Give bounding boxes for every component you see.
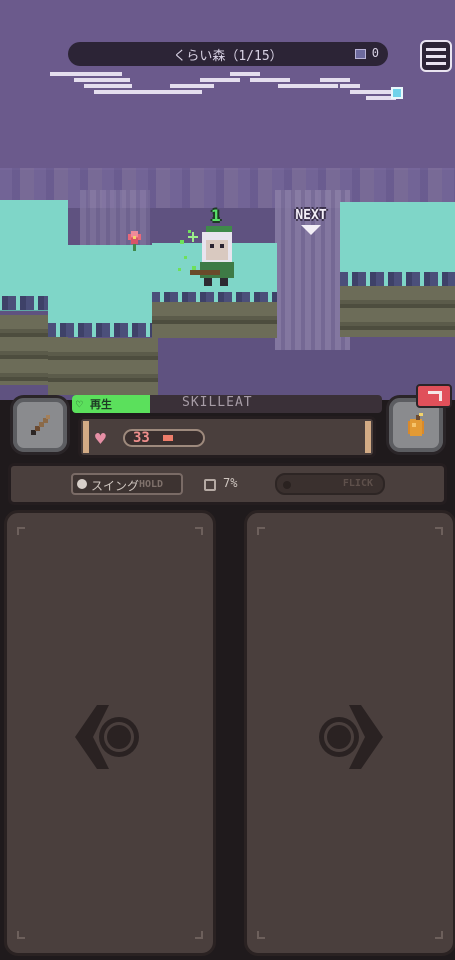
skill-name: SKILLEAT xyxy=(182,395,253,410)
percent-value: 7% xyxy=(223,476,238,490)
action-row: スイング HOLD 7% FLICK xyxy=(8,463,447,505)
panel-cap-left xyxy=(83,421,89,453)
weapon-slot-button[interactable] xyxy=(10,395,70,455)
hp-fill xyxy=(163,435,173,441)
percent-box-icon xyxy=(204,479,216,491)
swing-button[interactable]: スイング HOLD xyxy=(71,473,183,495)
skill-fill: ♡ 再生 xyxy=(72,395,150,413)
left-move-pad[interactable] xyxy=(4,510,216,956)
stage-title: くらい森（1/15） xyxy=(173,48,283,64)
stage-progress-header: くらい森（1/15） 0 xyxy=(68,42,388,66)
next-label: NEXT xyxy=(295,208,327,223)
game-scene: 1 NEXT くらい森（1/15） 0 xyxy=(0,0,455,400)
destination-marker-icon xyxy=(391,87,403,99)
platform xyxy=(340,202,455,337)
bomb-icon xyxy=(408,413,424,436)
hamburger-menu-icon[interactable] xyxy=(420,40,452,72)
flick-knob-icon xyxy=(283,481,291,489)
flower-icon xyxy=(128,231,141,251)
hp-value: 33 xyxy=(133,430,150,446)
hp-bar: 33 xyxy=(123,429,205,447)
flick-label: FLICK xyxy=(342,478,373,489)
down-arrow-icon xyxy=(301,225,321,235)
heart-icon: ♥ xyxy=(95,429,106,450)
flick-button[interactable]: FLICK xyxy=(275,473,385,495)
right-move-pad[interactable] xyxy=(244,510,455,956)
skill-status-label: 再生 xyxy=(90,398,112,411)
gem-count: 0 xyxy=(371,46,379,60)
platform xyxy=(48,245,158,395)
swing-hold-hint: HOLD xyxy=(139,479,164,490)
skill-bar: ♡ 再生 SKILLEAT xyxy=(72,395,382,413)
stage-track-map xyxy=(50,66,410,106)
sword-icon xyxy=(31,415,50,435)
hp-panel: ♥ 33 xyxy=(78,416,376,458)
left-arrow-icon xyxy=(75,705,139,769)
gem-icon xyxy=(355,49,366,59)
heart-small-icon: ♡ xyxy=(76,398,83,411)
right-arrow-icon xyxy=(319,705,383,769)
swing-label: スイング xyxy=(91,479,140,493)
panel-cap-right xyxy=(365,421,371,453)
next-stage-sign: NEXT xyxy=(285,208,337,248)
item-count-badge xyxy=(416,384,452,408)
swing-dot-icon xyxy=(77,479,87,489)
combo-counter: 1 xyxy=(211,206,221,225)
